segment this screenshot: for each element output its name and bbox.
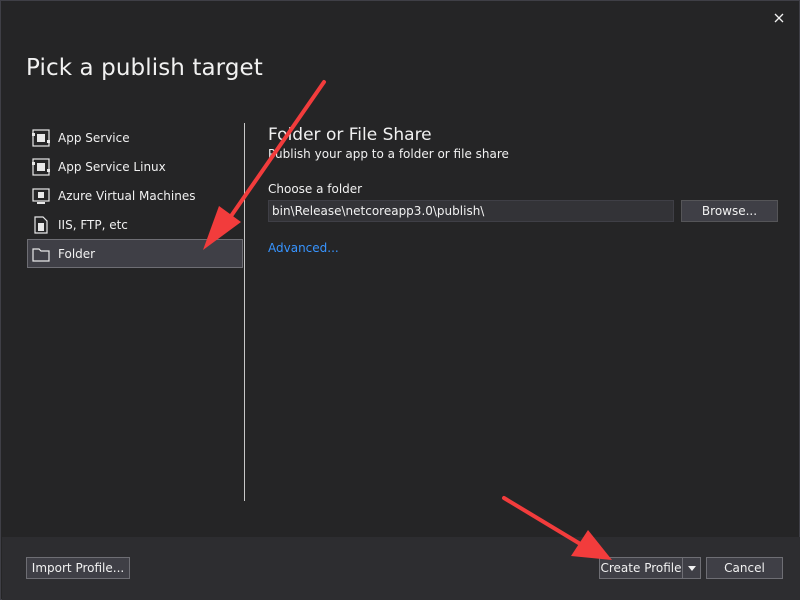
close-button[interactable]	[769, 9, 789, 29]
app-service-linux-icon	[32, 157, 50, 176]
advanced-link[interactable]: Advanced...	[268, 241, 339, 255]
dialog-title: Pick a publish target	[26, 55, 263, 81]
virtual-machine-icon	[32, 187, 50, 205]
folder-icon	[32, 245, 50, 263]
app-service-icon	[32, 128, 50, 147]
iis-ftp-icon	[32, 215, 50, 234]
cancel-button[interactable]: Cancel	[706, 557, 783, 579]
target-item-iis-ftp[interactable]: IIS, FTP, etc	[27, 210, 243, 239]
target-label: IIS, FTP, etc	[58, 217, 128, 232]
target-list: App Service App Service Linux Azure Virt…	[27, 123, 243, 268]
create-profile-button[interactable]: Create Profile	[599, 557, 682, 579]
publish-dialog: Pick a publish target App Service App Se…	[0, 0, 800, 600]
import-profile-button[interactable]: Import Profile...	[26, 557, 130, 579]
target-label: Folder	[58, 246, 96, 261]
close-icon	[774, 13, 784, 23]
target-item-app-service[interactable]: App Service	[27, 123, 243, 152]
list-divider	[244, 123, 245, 501]
create-profile-dropdown[interactable]	[682, 557, 701, 579]
target-label: App Service	[58, 130, 130, 145]
target-item-app-service-linux[interactable]: App Service Linux	[27, 152, 243, 181]
folder-path-input[interactable]	[268, 200, 674, 222]
browse-button[interactable]: Browse...	[681, 200, 778, 222]
target-label: Azure Virtual Machines	[58, 188, 196, 203]
folder-label: Choose a folder	[268, 182, 363, 196]
target-item-azure-vm[interactable]: Azure Virtual Machines	[27, 181, 243, 210]
target-item-folder[interactable]: Folder	[27, 239, 243, 268]
dialog-footer: Import Profile... Create Profile Cancel	[2, 537, 800, 600]
chevron-down-icon	[687, 565, 696, 571]
detail-subtitle: Publish your app to a folder or file sha…	[268, 147, 509, 161]
detail-title: Folder or File Share	[268, 125, 432, 145]
detail-panel: Folder or File Share Publish your app to…	[268, 125, 778, 255]
target-label: App Service Linux	[58, 159, 166, 174]
